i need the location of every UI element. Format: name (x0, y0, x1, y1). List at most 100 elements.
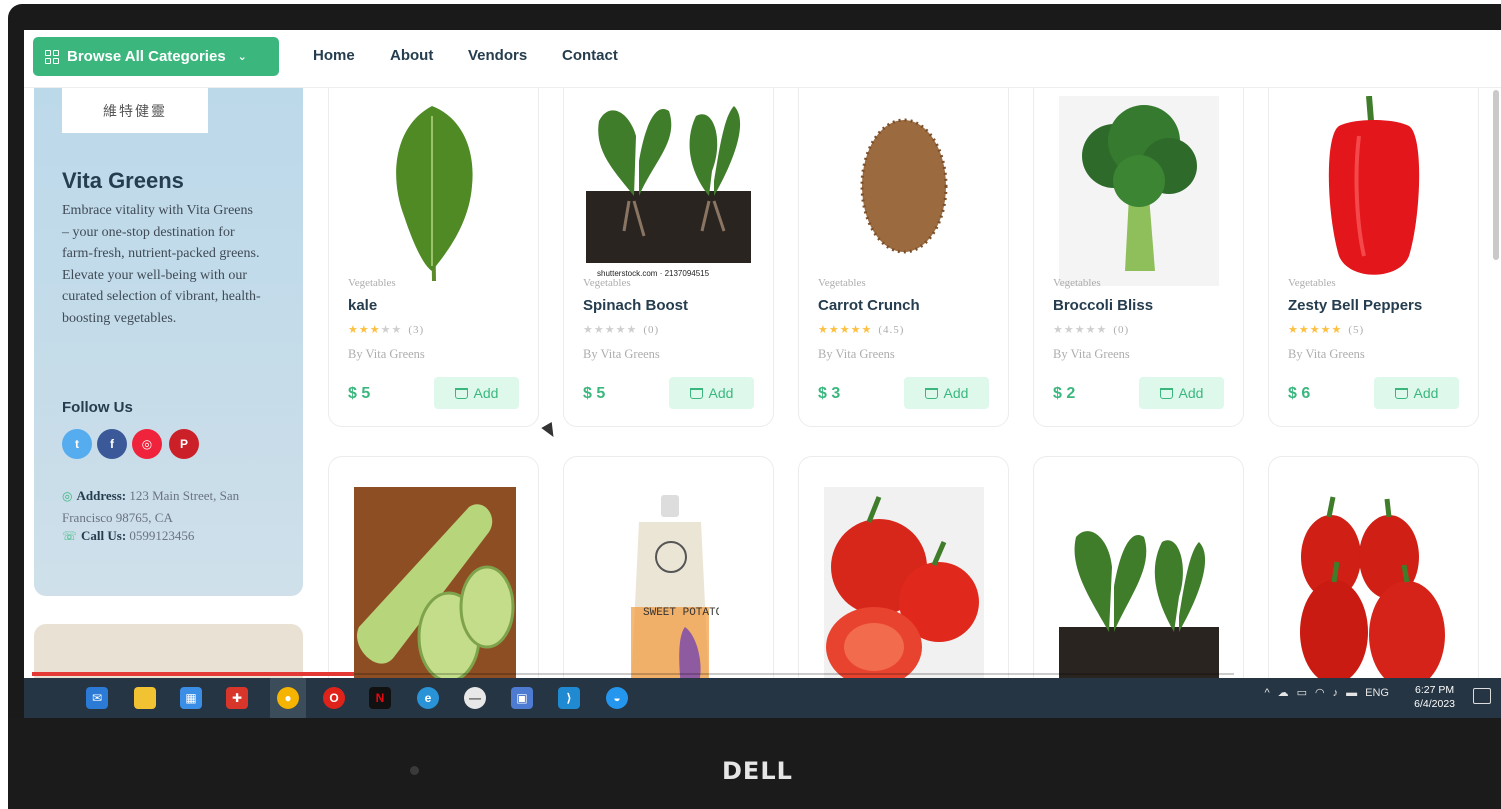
cart-icon (689, 387, 703, 399)
remote-desktop-icon[interactable]: ▣ (511, 687, 533, 709)
bell-pepper-image (1289, 91, 1459, 291)
chrome-icon[interactable]: ● (277, 687, 299, 709)
phone-text: 0599123456 (129, 528, 195, 543)
cloud-icon[interactable]: ☁ (1278, 686, 1289, 699)
add-to-cart-button[interactable]: Add (1139, 377, 1224, 409)
rating-count: (4.5) (878, 324, 905, 336)
browse-categories-button[interactable]: Browse All Categories ⌄ (33, 37, 279, 76)
cart-icon (924, 387, 938, 399)
vscode-icon[interactable]: ⟩ (558, 687, 580, 709)
monitor: Browse All Categories ⌄ Home About Vendo… (0, 0, 1501, 809)
video-progress-track[interactable] (354, 673, 1234, 675)
volume-icon[interactable]: ♪ (1333, 687, 1339, 699)
video-progress-bar[interactable] (32, 672, 354, 676)
dell-logo: DELL (722, 757, 793, 785)
add-to-cart-button[interactable]: Add (904, 377, 989, 409)
product-price: $ 2 (1053, 385, 1076, 402)
netflix-icon[interactable]: N (369, 687, 391, 709)
sweet-potato-pouch-image: SWEET POTATO & PARSNIP (584, 477, 754, 697)
store-icon[interactable]: ▦ (180, 687, 202, 709)
product-card[interactable]: shutterstock.com · 2137094515 Vegetables… (563, 70, 774, 427)
product-price: $ 6 (1288, 385, 1311, 402)
add-label: Add (708, 385, 734, 401)
product-rating: ★★★★★ (0) (583, 324, 660, 336)
headset-icon: ☏ (62, 529, 78, 543)
docker-icon[interactable]: ◒ (606, 687, 628, 709)
add-to-cart-button[interactable]: Add (434, 377, 519, 409)
product-price: $ 3 (818, 385, 841, 402)
vendor-logo: 維特健靈 (62, 88, 208, 133)
product-price: $ 5 (583, 385, 606, 402)
address-label: Address: (76, 488, 127, 503)
location-pin-icon: ◎ (62, 489, 73, 503)
cart-icon (454, 387, 468, 399)
nav-about[interactable]: About (390, 47, 433, 64)
add-to-cart-button[interactable]: Add (1374, 377, 1459, 409)
file-explorer-icon[interactable] (134, 687, 156, 709)
instagram-icon[interactable]: ◎ (132, 429, 162, 459)
product-name[interactable]: Zesty Bell Peppers (1288, 297, 1422, 314)
facebook-icon[interactable]: f (97, 429, 127, 459)
rating-count: (5) (1348, 324, 1365, 336)
product-category: Vegetables (348, 277, 396, 289)
vendor-phone: ☏ Call Us: 0599123456 (62, 528, 194, 544)
rating-count: (0) (643, 324, 660, 336)
clock[interactable]: 6:27 PM 6/4/2023 (1414, 683, 1455, 711)
product-vendor: By Vita Greens (583, 347, 660, 361)
power-led (410, 766, 419, 775)
mail-icon[interactable]: ✉ (86, 687, 108, 709)
twitter-icon[interactable]: t (62, 429, 92, 459)
product-name[interactable]: Carrot Crunch (818, 297, 920, 314)
battery-icon[interactable]: ▭ (1297, 686, 1307, 699)
opera-icon[interactable]: O (323, 687, 345, 709)
language-indicator[interactable]: ENG (1365, 687, 1389, 699)
rating-count: (3) (408, 324, 425, 336)
kale-image (349, 91, 519, 291)
windows-start-icon[interactable] (36, 690, 52, 706)
product-rating: ★★★★★ (4.5) (818, 324, 905, 336)
product-category: Vegetables (1053, 277, 1101, 289)
add-label: Add (943, 385, 969, 401)
product-vendor: By Vita Greens (348, 347, 425, 361)
grid-icon (45, 49, 59, 64)
screen: Browse All Categories ⌄ Home About Vendo… (24, 30, 1501, 718)
add-label: Add (473, 385, 499, 401)
clock-time: 6:27 PM (1415, 684, 1455, 696)
nav-home[interactable]: Home (313, 47, 355, 64)
product-card[interactable]: Vegetables Carrot Crunch ★★★★★ (4.5) By V… (798, 70, 1009, 427)
cart-icon (1394, 387, 1408, 399)
cucumber-image (349, 477, 519, 697)
mouse-cursor-icon (541, 421, 559, 441)
vendor-address: ◎ Address: 123 Main Street, San Francisco… (62, 485, 277, 528)
add-label: Add (1413, 385, 1439, 401)
product-name[interactable]: Broccoli Bliss (1053, 297, 1153, 314)
nav-contact[interactable]: Contact (562, 47, 618, 64)
product-card[interactable]: Vegetables kale ★★★★★ (3) By Vita Greens … (328, 70, 539, 427)
chevron-up-icon[interactable]: ^ (1264, 687, 1269, 699)
tomato-image (819, 477, 989, 697)
product-card[interactable]: Vegetables Broccoli Bliss ★★★★★ (0) By Vi… (1033, 70, 1244, 427)
product-vendor: By Vita Greens (1053, 347, 1130, 361)
pinterest-icon[interactable]: P (169, 429, 199, 459)
edge-icon[interactable]: e (417, 687, 439, 709)
nav-vendors[interactable]: Vendors (468, 47, 527, 64)
vendor-logo-text: 維特健靈 (103, 102, 167, 119)
product-rating: ★★★★★ (0) (1053, 324, 1130, 336)
broccoli-image (1054, 91, 1224, 291)
gift-icon[interactable]: ✚ (226, 687, 248, 709)
product-vendor: By Vita Greens (1288, 347, 1365, 361)
product-name[interactable]: kale (348, 297, 377, 314)
spinach-image: shutterstock.com · 2137094515 (584, 91, 754, 291)
add-to-cart-button[interactable]: Add (669, 377, 754, 409)
follow-us-label: Follow Us (62, 399, 133, 416)
wifi-icon[interactable]: ◠ (1315, 686, 1325, 699)
notification-icon[interactable] (1473, 688, 1491, 704)
cart-icon (1159, 387, 1173, 399)
keyboard-icon[interactable]: ▬ (1346, 687, 1357, 699)
product-name[interactable]: Spinach Boost (583, 297, 688, 314)
app-icon[interactable]: — (464, 687, 486, 709)
rating-count: (0) (1113, 324, 1130, 336)
page-scrollbar[interactable] (1493, 90, 1499, 260)
product-card[interactable]: Vegetables Zesty Bell Peppers ★★★★★ (5) B… (1268, 70, 1479, 427)
product-category: Vegetables (1288, 277, 1336, 289)
